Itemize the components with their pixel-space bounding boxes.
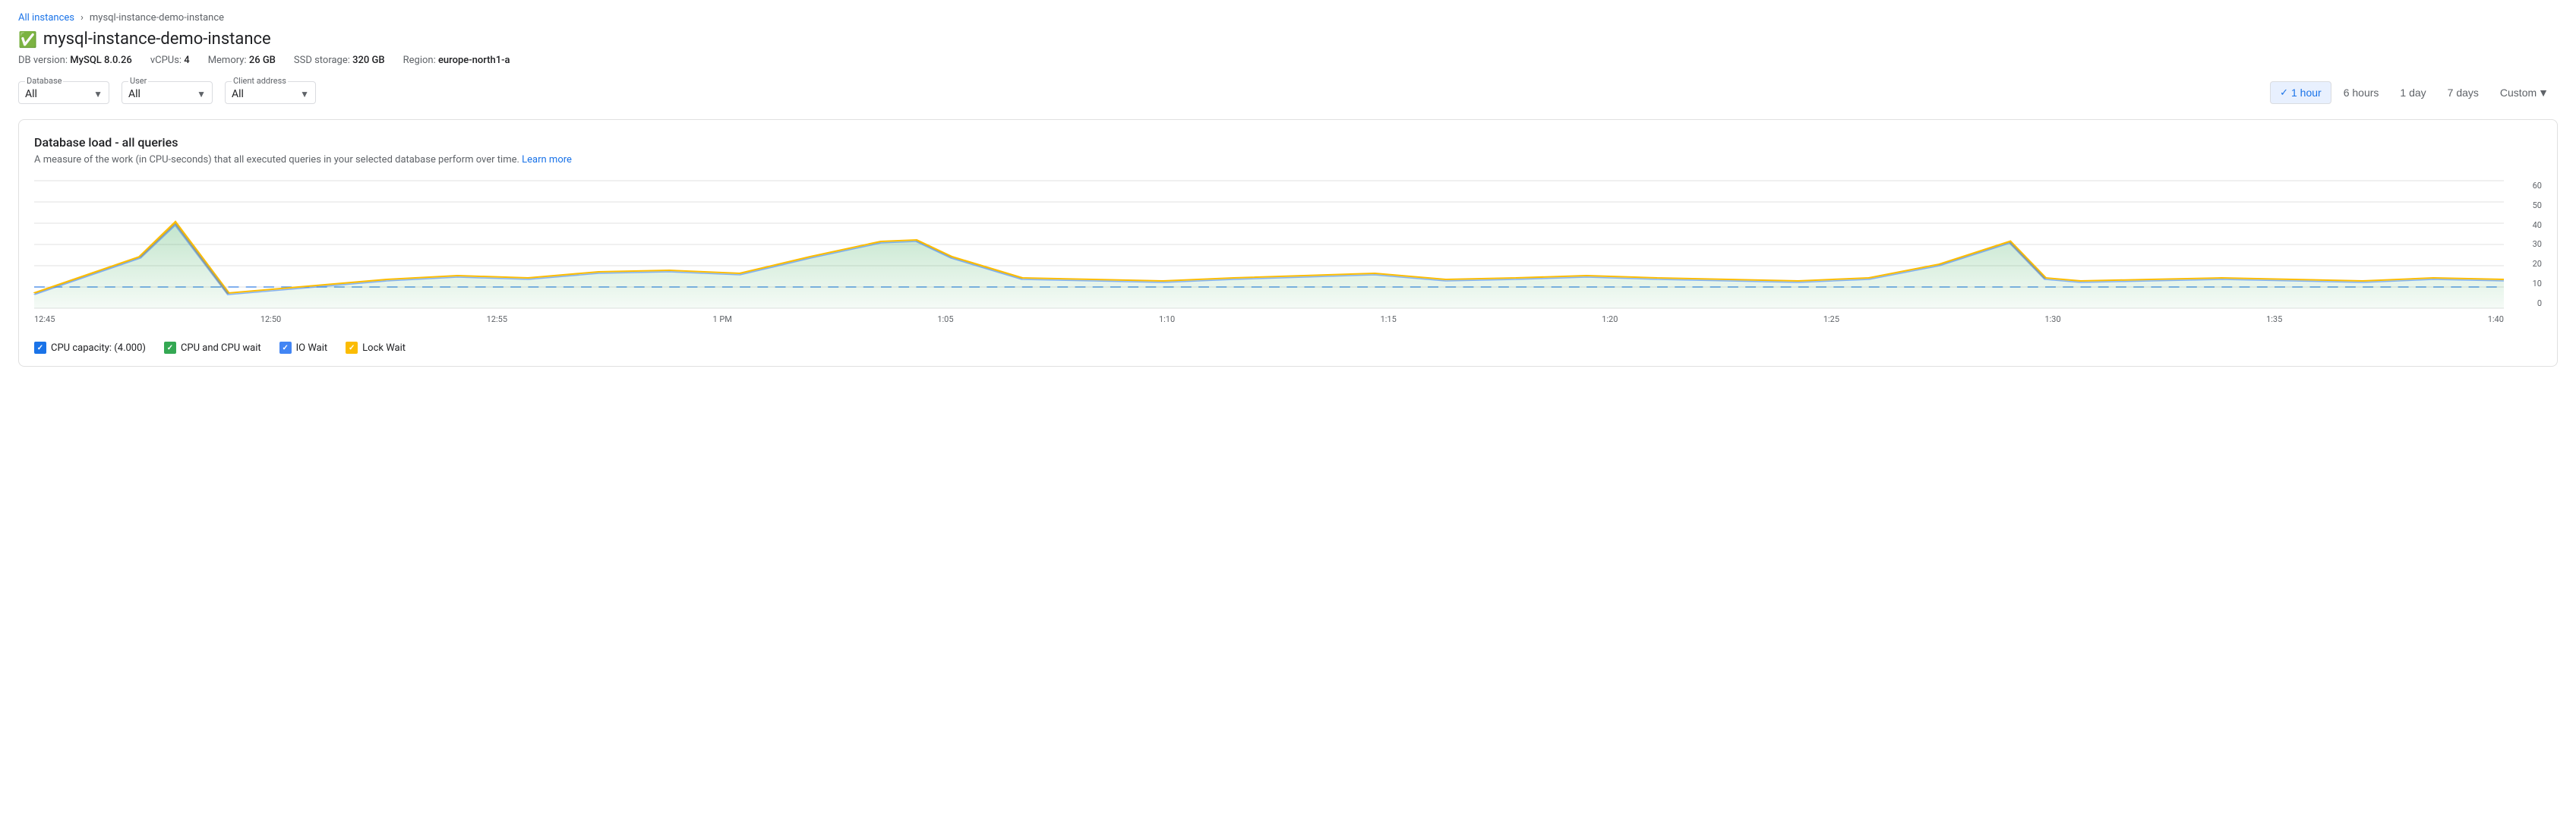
user-filter[interactable]: User All ▼ <box>122 81 213 104</box>
breadcrumb-separator: › <box>80 12 84 24</box>
time-btn-1hour[interactable]: ✓ 1 hour <box>2270 81 2331 104</box>
breadcrumb-current: mysql-instance-demo-instance <box>90 12 224 24</box>
y-label-50: 50 <box>2533 200 2542 210</box>
time-btn-custom[interactable]: Custom ▼ <box>2491 82 2558 103</box>
legend-io-wait-box: ✓ <box>279 342 292 354</box>
y-label-40: 40 <box>2533 220 2542 230</box>
chart-legend: ✓ CPU capacity: (4.000) ✓ CPU and CPU wa… <box>34 342 2542 354</box>
db-version: DB version: MySQL 8.0.26 <box>18 55 132 66</box>
legend-cpu-wait-box: ✓ <box>164 342 176 354</box>
legend-lock-wait-label: Lock Wait <box>362 342 406 354</box>
legend-io-wait-label: IO Wait <box>296 342 328 354</box>
chart-description: A measure of the work (in CPU-seconds) t… <box>34 154 2542 166</box>
user-value: All <box>128 88 140 100</box>
database-arrow-icon: ▼ <box>93 89 103 99</box>
x-label-1245: 12:45 <box>34 314 55 324</box>
legend-lock-wait-check: ✓ <box>349 344 355 352</box>
memory: Memory: 26 GB <box>208 55 276 66</box>
y-label-20: 20 <box>2533 259 2542 269</box>
instance-header: ✅ mysql-instance-demo-instance <box>18 30 2558 49</box>
legend-cpu-capacity[interactable]: ✓ CPU capacity: (4.000) <box>34 342 146 354</box>
legend-cpu-wait[interactable]: ✓ CPU and CPU wait <box>164 342 261 354</box>
database-filter[interactable]: Database All ▼ <box>18 81 109 104</box>
time-btn-1day[interactable]: 1 day <box>2391 82 2435 103</box>
x-label-135: 1:35 <box>2266 314 2282 324</box>
legend-cpu-wait-label: CPU and CPU wait <box>181 342 261 354</box>
check-icon: ✓ <box>2280 87 2288 99</box>
y-label-0: 0 <box>2537 298 2542 308</box>
legend-cpu-wait-check: ✓ <box>167 344 173 352</box>
y-label-30: 30 <box>2533 239 2542 249</box>
status-icon: ✅ <box>18 30 37 49</box>
chart-container: 60 50 40 30 20 10 0 <box>34 181 2542 333</box>
x-label-130: 1:30 <box>2044 314 2060 324</box>
chart-svg-area <box>34 181 2504 310</box>
x-label-1250: 12:50 <box>260 314 281 324</box>
breadcrumb-parent[interactable]: All instances <box>18 12 74 24</box>
client-address-filter-label: Client address <box>232 76 288 86</box>
instance-name: mysql-instance-demo-instance <box>43 30 271 49</box>
custom-dropdown-icon: ▼ <box>2538 87 2549 99</box>
chart-x-axis: 12:45 12:50 12:55 1 PM 1:05 1:10 1:15 1:… <box>34 314 2504 333</box>
learn-more-link[interactable]: Learn more <box>522 154 572 166</box>
ssd-storage: SSD storage: 320 GB <box>294 55 385 66</box>
y-label-10: 10 <box>2533 279 2542 289</box>
legend-io-wait[interactable]: ✓ IO Wait <box>279 342 328 354</box>
client-address-arrow-icon: ▼ <box>300 89 309 99</box>
x-label-105: 1:05 <box>937 314 953 324</box>
chart-title: Database load - all queries <box>34 135 2542 150</box>
filters-row: Database All ▼ User All ▼ Client address… <box>18 81 2558 104</box>
user-select[interactable]: All ▼ <box>128 85 206 100</box>
chart-section: Database load - all queries A measure of… <box>18 119 2558 367</box>
x-label-140: 1:40 <box>2488 314 2504 324</box>
client-address-select[interactable]: All ▼ <box>232 85 309 100</box>
x-label-115: 1:15 <box>1381 314 1397 324</box>
client-address-filter[interactable]: Client address All ▼ <box>225 81 316 104</box>
user-arrow-icon: ▼ <box>197 89 206 99</box>
legend-cpu-capacity-label: CPU capacity: (4.000) <box>51 342 146 354</box>
time-btn-6hours[interactable]: 6 hours <box>2334 82 2388 103</box>
vcpus: vCPUs: 4 <box>150 55 190 66</box>
chart-y-axis: 60 50 40 30 20 10 0 <box>2504 181 2542 310</box>
chart-svg <box>34 181 2504 310</box>
x-label-120: 1:20 <box>1602 314 1618 324</box>
y-label-60: 60 <box>2533 181 2542 191</box>
x-label-1255: 12:55 <box>487 314 507 324</box>
database-value: All <box>25 88 37 100</box>
x-label-1pm: 1 PM <box>712 314 731 324</box>
database-filter-label: Database <box>25 76 63 86</box>
instance-meta: DB version: MySQL 8.0.26 vCPUs: 4 Memory… <box>18 55 2558 66</box>
time-btn-7days[interactable]: 7 days <box>2439 82 2488 103</box>
legend-lock-wait-box: ✓ <box>346 342 358 354</box>
legend-io-wait-check: ✓ <box>282 344 288 352</box>
time-range-buttons: ✓ 1 hour 6 hours 1 day 7 days Custom ▼ <box>2270 81 2558 104</box>
legend-cpu-capacity-box: ✓ <box>34 342 46 354</box>
database-select[interactable]: All ▼ <box>25 85 103 100</box>
x-label-110: 1:10 <box>1159 314 1175 324</box>
x-label-125: 1:25 <box>1823 314 1839 324</box>
legend-lock-wait[interactable]: ✓ Lock Wait <box>346 342 406 354</box>
breadcrumb: All instances › mysql-instance-demo-inst… <box>18 12 2558 24</box>
legend-cpu-capacity-check: ✓ <box>37 344 43 352</box>
client-address-value: All <box>232 88 244 100</box>
user-filter-label: User <box>128 76 148 86</box>
region: Region: europe-north1-a <box>403 55 510 66</box>
filters-left: Database All ▼ User All ▼ Client address… <box>18 81 316 104</box>
